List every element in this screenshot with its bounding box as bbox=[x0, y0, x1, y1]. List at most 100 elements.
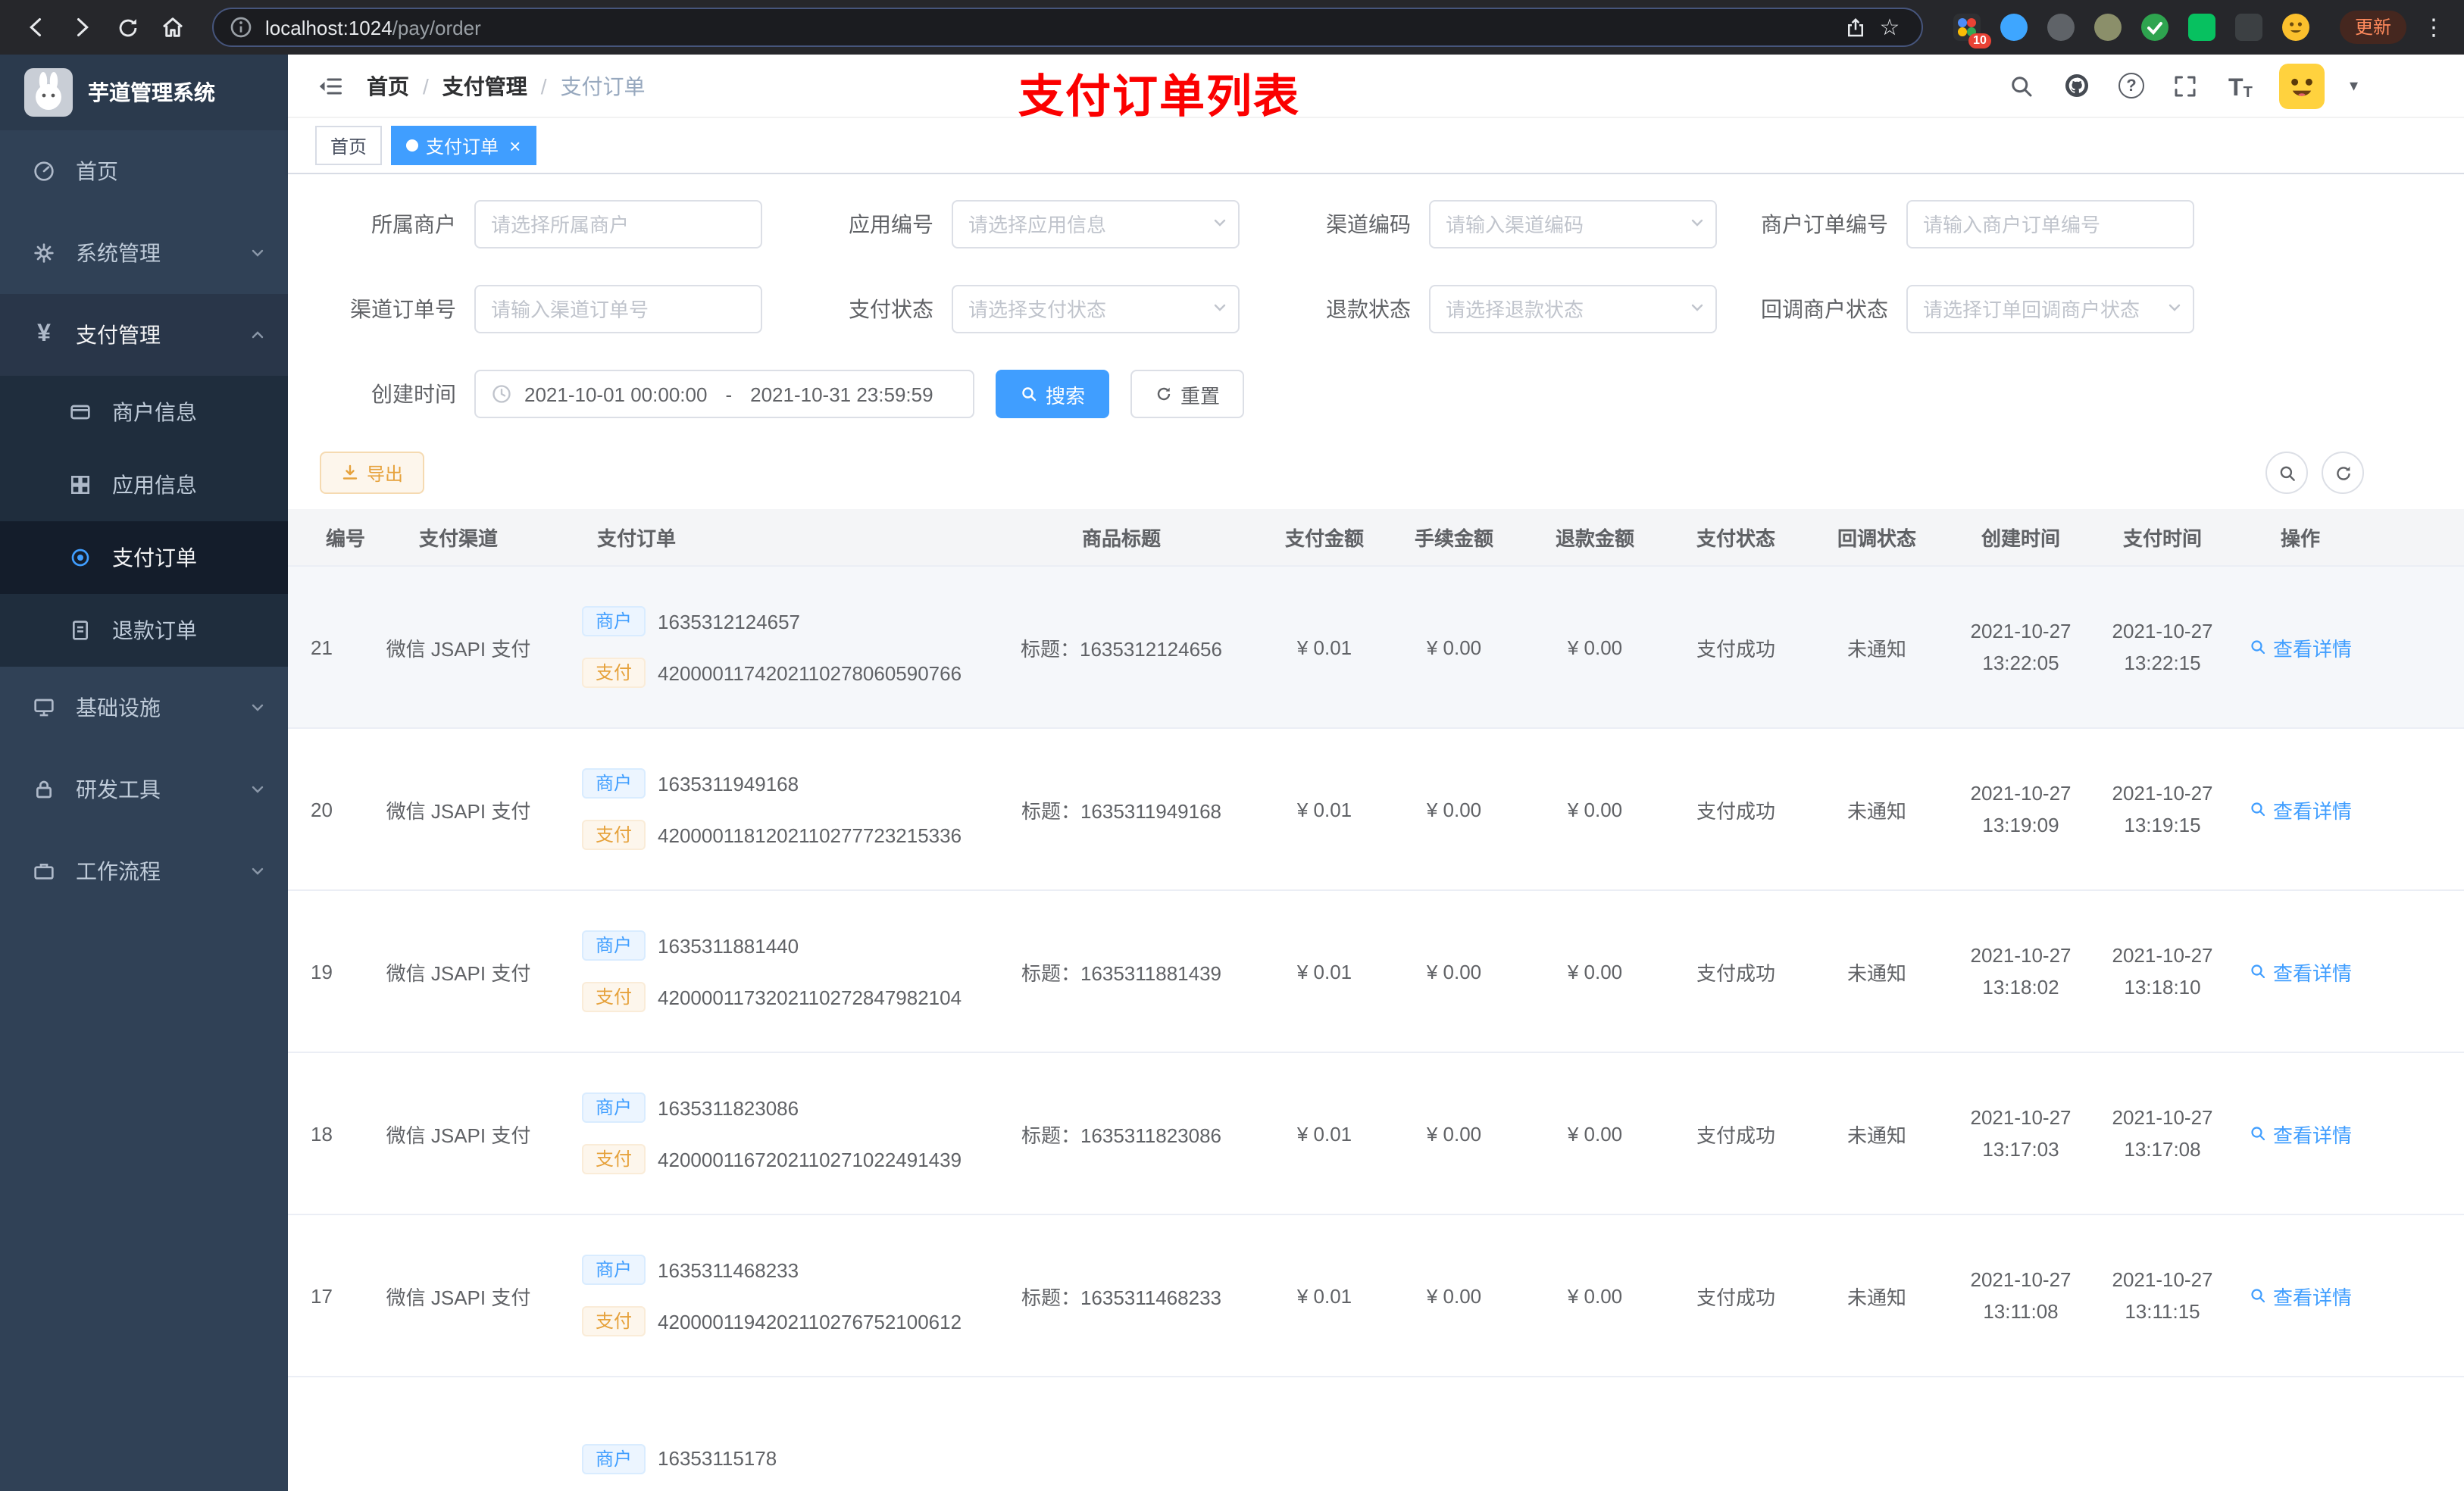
view-detail-link[interactable]: 查看详情 bbox=[2249, 795, 2352, 824]
sidebar-item-home[interactable]: 首页 bbox=[0, 130, 288, 212]
address-bar[interactable]: localhost:1024/pay/order ☆ bbox=[212, 8, 1923, 47]
extension-colorful-icon[interactable]: 10 bbox=[1953, 14, 1991, 48]
cell-id: 21 bbox=[311, 636, 333, 659]
toggle-search-button[interactable] bbox=[2265, 452, 2308, 495]
reset-button-label: 重置 bbox=[1180, 384, 1221, 408]
view-detail-link[interactable]: 查看详情 bbox=[2249, 1281, 2352, 1310]
view-detail-link[interactable]: 查看详情 bbox=[2249, 1119, 2352, 1148]
tab-close-icon[interactable]: × bbox=[509, 136, 521, 156]
sidebar-item-infra[interactable]: 基础设施 bbox=[0, 667, 288, 749]
column-header: 支付状态 bbox=[1696, 527, 1775, 551]
pay-date: 2021-10-27 bbox=[2112, 1268, 2213, 1292]
sidebar-item-app-info[interactable]: 应用信息 bbox=[0, 449, 288, 521]
callback-status-select[interactable] bbox=[1906, 285, 2194, 334]
sidebar-item-refund-order[interactable]: 退款订单 bbox=[0, 594, 288, 667]
sidebar-toggle-button[interactable] bbox=[306, 61, 355, 110]
home-button[interactable] bbox=[152, 6, 194, 48]
owner-merchant-input[interactable] bbox=[474, 200, 762, 249]
table-row[interactable]: 17 微信 JSAPI 支付 商户 1635311468233 支付 4200001… bbox=[288, 1215, 2464, 1378]
header-search-button[interactable] bbox=[2007, 70, 2037, 101]
cell-channel: 微信 JSAPI 支付 bbox=[386, 637, 531, 661]
browser-update-button[interactable]: 更新 bbox=[2339, 11, 2406, 44]
export-button[interactable]: 导出 bbox=[320, 452, 425, 495]
refund-status-select[interactable] bbox=[1429, 285, 1717, 334]
table-row[interactable]: 21 微信 JSAPI 支付 商户 1635312124657 支付 4200001… bbox=[288, 567, 2464, 730]
github-icon bbox=[2065, 74, 2088, 98]
sidebar-item-pay[interactable]: ¥ 支付管理 bbox=[0, 294, 288, 376]
cell-order-numbers: 商户 1635312124657 支付 4200001174202110278060… bbox=[546, 567, 977, 727]
channel-code-select[interactable] bbox=[1429, 200, 1717, 249]
sidebar-item-workflow[interactable]: 工作流程 bbox=[0, 830, 288, 912]
tab-home[interactable]: 首页 bbox=[315, 126, 383, 166]
clock-icon bbox=[492, 385, 511, 403]
merchant-tag: 商户 bbox=[582, 1255, 646, 1286]
sidebar-item-pay-order[interactable]: 支付订单 bbox=[0, 521, 288, 594]
merchant-order-input[interactable] bbox=[1906, 200, 2194, 249]
sidebar-item-label: 工作流程 bbox=[76, 859, 161, 883]
cell-pay-time: 2021-10-27 13:17:08 bbox=[2094, 1053, 2231, 1214]
avatar-caret-icon[interactable]: ▾ bbox=[2350, 76, 2358, 95]
sidebar-item-system[interactable]: 系统管理 bbox=[0, 212, 288, 294]
breadcrumb-section[interactable]: 支付管理 bbox=[442, 70, 527, 101]
github-button[interactable] bbox=[2062, 70, 2092, 101]
cell-fee: ¥ 0.00 bbox=[1426, 960, 1482, 983]
table-row[interactable]: 商户 16353115178 bbox=[288, 1377, 2464, 1491]
filter-label: 渠道订单号 bbox=[350, 297, 456, 322]
bookmark-button[interactable]: ☆ bbox=[1873, 11, 1906, 44]
extension-gray-icon[interactable] bbox=[2047, 14, 2075, 41]
filter-label: 商户订单编号 bbox=[1761, 212, 1888, 237]
pay-status-select[interactable] bbox=[952, 285, 1240, 334]
cell-fee: ¥ 0.00 bbox=[1426, 636, 1482, 659]
table-row[interactable]: 20 微信 JSAPI 支付 商户 1635311949168 支付 4200001… bbox=[288, 729, 2464, 892]
breadcrumb-separator: / bbox=[540, 73, 547, 98]
breadcrumb-home[interactable]: 首页 bbox=[367, 70, 409, 101]
back-button[interactable] bbox=[15, 6, 58, 48]
app-select-field[interactable] bbox=[952, 200, 1240, 249]
extension-pin-icon[interactable] bbox=[2234, 14, 2262, 41]
owner-merchant-field[interactable] bbox=[474, 200, 762, 249]
cell-order-numbers: 商户 1635311823086 支付 4200001167202110271022… bbox=[546, 1053, 977, 1214]
extension-emoji-icon[interactable] bbox=[2281, 14, 2309, 41]
create-time-range-picker[interactable]: 2021-10-01 00:00:00 - 2021-10-31 23:59:5… bbox=[474, 370, 974, 419]
export-button-label: 导出 bbox=[367, 463, 404, 485]
merchant-order-field[interactable] bbox=[1906, 200, 2194, 249]
app-select[interactable] bbox=[952, 200, 1240, 249]
extension-chat-icon[interactable] bbox=[2187, 14, 2215, 41]
forward-button[interactable] bbox=[61, 6, 103, 48]
channel-code-field[interactable] bbox=[1429, 200, 1717, 249]
channel-order-field[interactable] bbox=[474, 285, 762, 334]
user-avatar[interactable] bbox=[2279, 63, 2325, 109]
reset-button[interactable]: 重置 bbox=[1130, 370, 1245, 419]
table-row[interactable]: 19 微信 JSAPI 支付 商户 1635311881440 支付 4200001… bbox=[288, 891, 2464, 1054]
share-button[interactable] bbox=[1840, 11, 1873, 44]
pay-tag: 支付 bbox=[582, 820, 646, 851]
table-row[interactable]: 18 微信 JSAPI 支付 商户 1635311823086 支付 4200001… bbox=[288, 1053, 2464, 1216]
sidebar-item-devtools[interactable]: 研发工具 bbox=[0, 749, 288, 830]
extension-check-icon[interactable] bbox=[2140, 14, 2169, 41]
reload-button[interactable] bbox=[106, 6, 149, 48]
tab-pay-order[interactable]: 支付订单 × bbox=[391, 126, 536, 166]
search-button[interactable]: 搜索 bbox=[996, 370, 1110, 419]
font-size-button[interactable]: TT bbox=[2225, 70, 2256, 101]
refresh-table-button[interactable] bbox=[2322, 452, 2364, 495]
site-info-icon[interactable] bbox=[229, 15, 253, 39]
callback-status-field[interactable] bbox=[1906, 285, 2194, 334]
channel-order-input[interactable] bbox=[474, 285, 762, 334]
share-icon bbox=[1848, 17, 1864, 36]
view-detail-link[interactable]: 查看详情 bbox=[2249, 633, 2352, 661]
cell-id bbox=[288, 1377, 371, 1491]
refund-status-field[interactable] bbox=[1429, 285, 1717, 334]
browser-menu-button[interactable]: ⋮ bbox=[2419, 14, 2449, 41]
merchant-tag: 商户 bbox=[582, 1092, 646, 1124]
sidebar-item-merchant-info[interactable]: 商户信息 bbox=[0, 376, 288, 449]
pay-status-field[interactable] bbox=[952, 285, 1240, 334]
pay-time: 13:19:15 bbox=[2124, 814, 2201, 837]
extension-olive-icon[interactable] bbox=[2093, 14, 2122, 41]
fullscreen-button[interactable] bbox=[2171, 70, 2201, 101]
help-button[interactable]: ? bbox=[2116, 70, 2147, 101]
view-detail-link[interactable]: 查看详情 bbox=[2249, 957, 2352, 986]
extension-drop-icon[interactable] bbox=[2000, 14, 2028, 41]
cell-create-time: 2021-10-27 13:17:03 bbox=[1947, 1053, 2094, 1214]
pay-submenu: 商户信息 应用信息 支付订单 退款订单 bbox=[0, 376, 288, 667]
column-header: 回调状态 bbox=[1837, 527, 1916, 551]
